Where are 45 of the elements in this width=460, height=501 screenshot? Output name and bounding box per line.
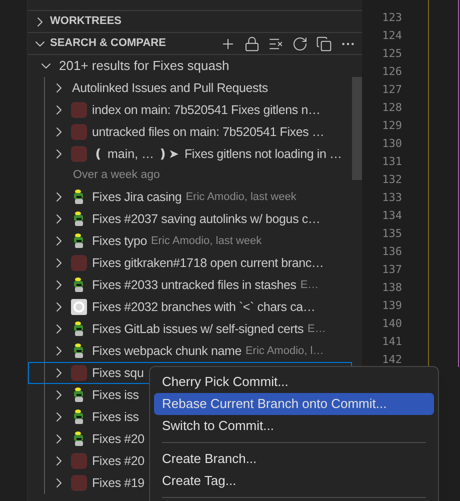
commit-message: Fixes #19 <box>92 474 144 492</box>
commit-author: Eric Amodio, l… <box>245 344 324 359</box>
line-number: 132 <box>382 172 402 188</box>
commit-message: Fixes #20 <box>92 430 144 448</box>
commit-message: Fixes #20 <box>92 452 144 470</box>
commit-message: Fixes Jira casing <box>92 188 182 206</box>
line-number: 139 <box>382 298 402 314</box>
line-number: 133 <box>382 190 402 206</box>
commit-author: E… <box>300 278 319 293</box>
line-number: 126 <box>382 64 402 80</box>
date-separator: Over a week ago <box>73 168 160 183</box>
line-number: 127 <box>382 82 402 98</box>
commit-message: Fixes gitlens not loading in … <box>184 146 342 163</box>
line-number: 129 <box>382 118 402 134</box>
line-number: 142 <box>382 352 402 368</box>
commit-message: Fixes iss <box>92 386 139 404</box>
line-number: 125 <box>382 46 402 62</box>
line-number: 136 <box>382 244 402 260</box>
commit-message: Fixes webpack chunk name <box>92 342 242 360</box>
branch-label: ❪ main, … ❫➤ <box>93 146 180 163</box>
commit-message: Fixes #2037 saving autolinks w/ bogus c… <box>92 210 320 228</box>
line-number: 124 <box>382 28 402 44</box>
commit-message: Fixes iss <box>92 408 139 426</box>
commit-author: Eric Amodio, last week <box>150 234 262 249</box>
line-number: 128 <box>382 100 402 116</box>
line-number: 140 <box>382 316 402 332</box>
commit-message: Fixes squ <box>92 364 144 382</box>
commit-message: Fixes gitkraken#1718 open current branc… <box>92 254 324 272</box>
line-number: 141 <box>382 334 402 350</box>
line-number: 137 <box>382 262 402 278</box>
commit-message: Fixes GitLab issues w/ self-signed certs <box>92 320 304 338</box>
line-number: 134 <box>382 208 402 224</box>
commit-message: Fixes typo <box>92 232 147 250</box>
commit-message: index on main: 7b520541 Fixes gitlens n… <box>92 102 320 119</box>
commit-author: Eric Amodio, last week <box>186 190 296 205</box>
commit-message: Fixes #2033 untracked files in stashes <box>92 276 296 294</box>
commit-message: untracked files on main: 7b520541 Fixes … <box>92 124 324 141</box>
line-number: 135 <box>382 226 402 242</box>
line-number: 138 <box>382 280 402 296</box>
line-number: 130 <box>382 136 402 152</box>
line-number: 131 <box>382 154 402 170</box>
commit-message: Autolinked Issues and Pull Requests <box>72 80 268 97</box>
line-number: 123 <box>382 10 402 26</box>
commit-message: Fixes #2032 branches with `<` chars ca… <box>92 298 316 316</box>
commit-author: E… <box>308 322 326 337</box>
